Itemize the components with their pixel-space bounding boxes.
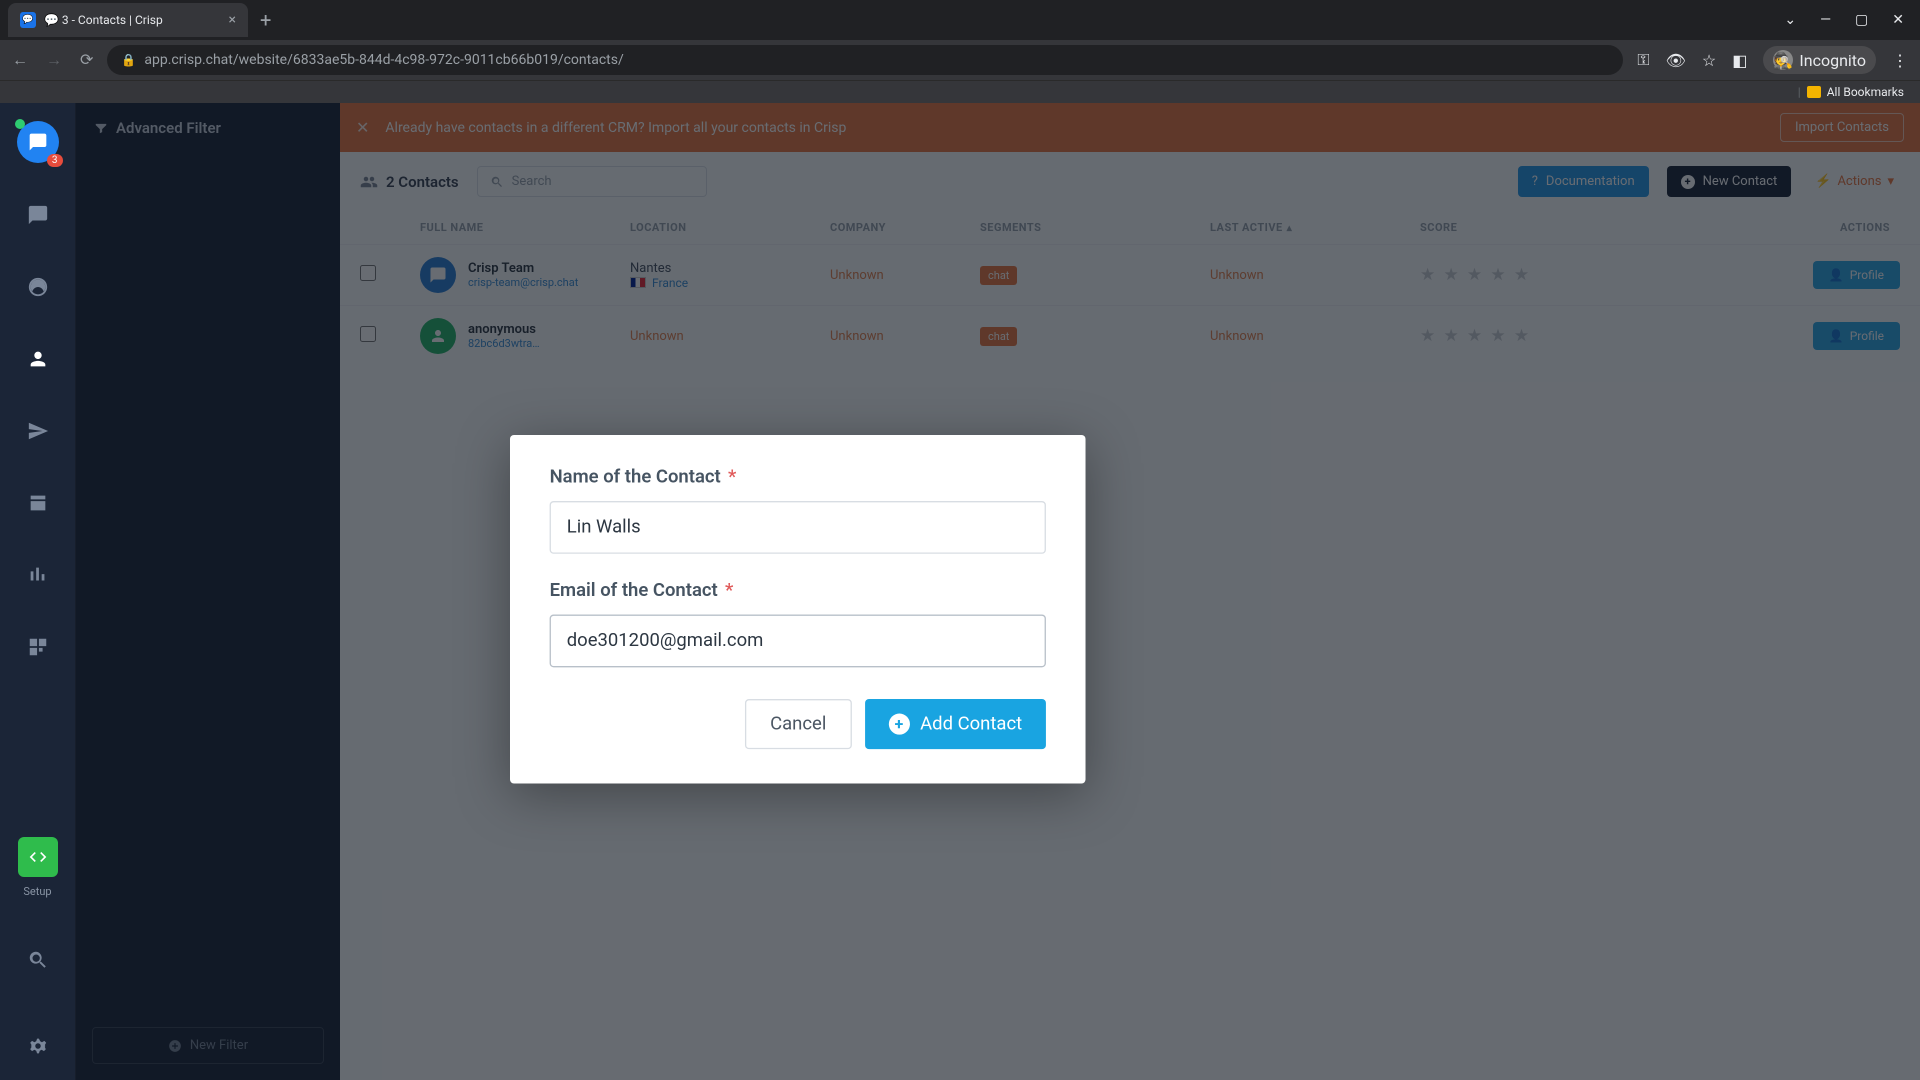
nav-plugins[interactable] xyxy=(18,627,58,667)
url-input[interactable]: 🔒 app.crisp.chat/website/6833ae5b-844d-4… xyxy=(107,45,1623,75)
minimize-icon[interactable]: — xyxy=(1820,12,1831,28)
app-root: 3 Setup Advanced Filter New Filter ✕ Alr… xyxy=(0,103,1920,1080)
lock-icon: 🔒 xyxy=(121,53,136,67)
email-field-label: Email of the Contact * xyxy=(550,580,1046,601)
nav-analytics[interactable] xyxy=(18,555,58,595)
add-contact-label: Add Contact xyxy=(920,714,1022,735)
contact-name-input[interactable] xyxy=(550,501,1046,554)
bookmarks-bar: | All Bookmarks xyxy=(0,80,1920,103)
add-contact-button[interactable]: + Add Contact xyxy=(865,699,1046,749)
tab-close-icon[interactable]: × xyxy=(229,12,236,28)
maximize-icon[interactable]: ▢ xyxy=(1855,12,1868,28)
status-dot-icon xyxy=(15,119,25,129)
back-icon[interactable]: ← xyxy=(12,50,28,70)
browser-tab[interactable]: 💬 💬 3 - Contacts | Crisp × xyxy=(8,3,248,37)
nav-contacts[interactable] xyxy=(18,339,58,379)
nav-inbox[interactable] xyxy=(18,195,58,235)
notification-badge: 3 xyxy=(47,154,63,167)
tab-bar: 💬 💬 3 - Contacts | Crisp × + ⌄ — ▢ ✕ xyxy=(0,0,1920,40)
incognito-icon: 🕵 xyxy=(1773,50,1793,70)
plus-circle-icon: + xyxy=(888,714,909,735)
setup-label: Setup xyxy=(23,885,51,898)
panel-icon[interactable]: ◧ xyxy=(1732,51,1747,70)
chevron-down-icon[interactable]: ⌄ xyxy=(1784,12,1796,28)
incognito-badge[interactable]: 🕵 Incognito xyxy=(1763,46,1876,74)
nav-campaigns[interactable] xyxy=(18,411,58,451)
window-controls: ⌄ — ▢ ✕ xyxy=(1784,12,1920,28)
forward-icon[interactable]: → xyxy=(46,50,62,70)
contact-email-input[interactable] xyxy=(550,615,1046,668)
new-tab-button[interactable]: + xyxy=(248,8,283,32)
search-icon[interactable] xyxy=(18,940,58,980)
url-text: app.crisp.chat/website/6833ae5b-844d-4c9… xyxy=(144,52,623,68)
star-icon[interactable]: ☆ xyxy=(1702,51,1716,70)
close-window-icon[interactable]: ✕ xyxy=(1892,12,1904,28)
folder-icon xyxy=(1807,86,1821,98)
address-bar: ← → ⟳ 🔒 app.crisp.chat/website/6833ae5b-… xyxy=(0,40,1920,80)
favicon-icon: 💬 xyxy=(20,12,36,28)
name-field-label: Name of the Contact * xyxy=(550,467,1046,488)
tab-title: 💬 3 - Contacts | Crisp xyxy=(44,13,163,27)
app-logo[interactable]: 3 xyxy=(17,121,59,163)
incognito-label: Incognito xyxy=(1799,51,1866,70)
nav-helpdesk[interactable] xyxy=(18,483,58,523)
nav-visitors[interactable] xyxy=(18,267,58,307)
nav-setup[interactable] xyxy=(18,837,58,877)
all-bookmarks-button[interactable]: All Bookmarks xyxy=(1827,85,1904,99)
chat-bubble-icon xyxy=(28,132,48,152)
cancel-button[interactable]: Cancel xyxy=(745,699,851,749)
kebab-menu-icon[interactable]: ⋮ xyxy=(1892,51,1908,70)
reload-icon[interactable]: ⟳ xyxy=(80,50,93,70)
browser-chrome: 💬 💬 3 - Contacts | Crisp × + ⌄ — ▢ ✕ ← →… xyxy=(0,0,1920,103)
eye-off-icon[interactable]: 👁 xyxy=(1666,51,1686,70)
nav-rail: 3 Setup xyxy=(0,103,75,1080)
add-contact-modal: Name of the Contact * Email of the Conta… xyxy=(510,435,1086,783)
key-icon[interactable]: ⚿ xyxy=(1637,50,1649,70)
gear-icon[interactable] xyxy=(18,1026,58,1066)
